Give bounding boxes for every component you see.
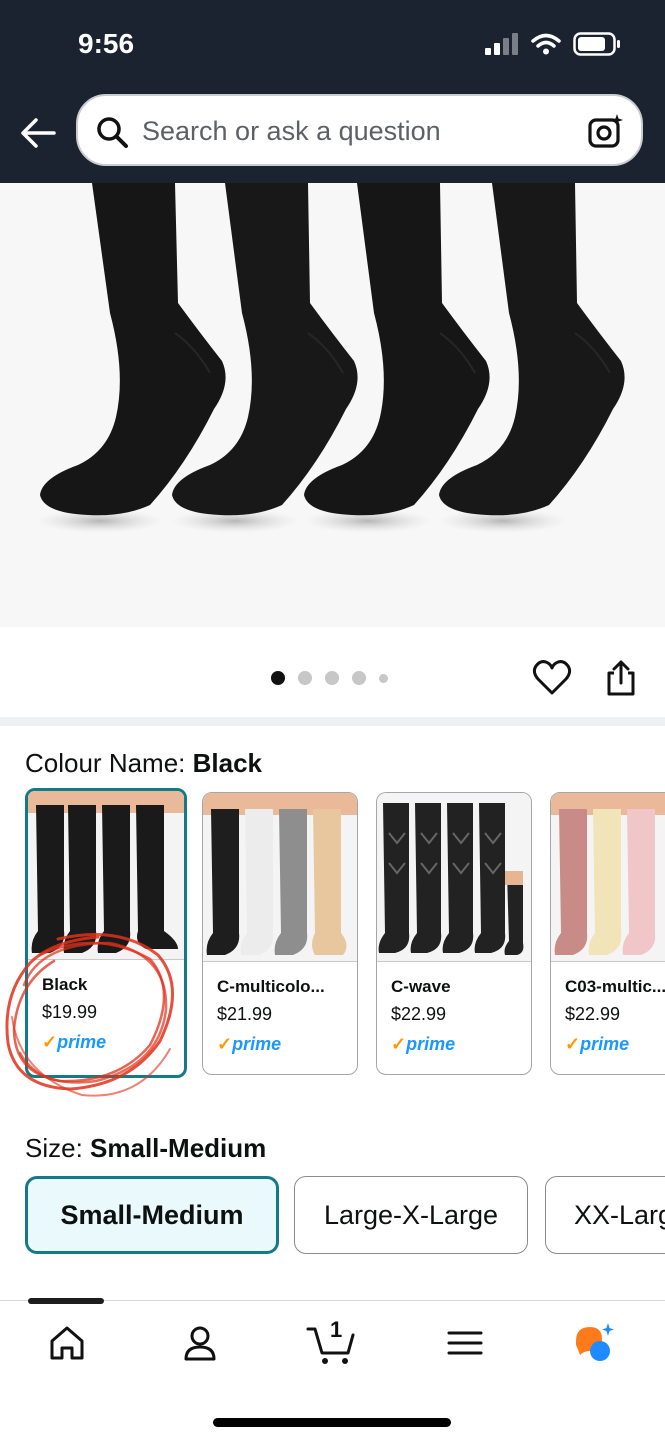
- image-controls: [0, 627, 665, 717]
- search-icon: [97, 117, 128, 148]
- swatch-thumbnail: [28, 791, 184, 959]
- home-icon[interactable]: [45, 1321, 89, 1365]
- pagination-dot[interactable]: [271, 671, 285, 685]
- bottom-tab-bar: 1: [0, 1298, 665, 1440]
- search-input[interactable]: Search or ask a question: [142, 116, 441, 147]
- swatch-price: $21.99: [217, 1004, 273, 1024]
- home-indicator: [213, 1418, 451, 1427]
- swatch-name: C03-multic...: [565, 977, 665, 996]
- swatch-name: C-multicolo...: [217, 977, 325, 996]
- wave-socks-thumbnail: [377, 793, 531, 961]
- prime-check-icon: ✓: [42, 1032, 58, 1052]
- prime-text: prime: [57, 1032, 107, 1052]
- socks-product-photo: [36, 183, 625, 533]
- active-tab-indicator: [28, 1298, 104, 1304]
- prime-text: prime: [580, 1034, 630, 1054]
- colour-label: Colour Name: Black: [25, 748, 262, 779]
- prime-check-icon: ✓: [565, 1034, 581, 1054]
- swatch-price: $22.99: [565, 1004, 621, 1024]
- colour-swatch-c03-multicolor[interactable]: C03-multic... $22.99 ✓prime: [550, 792, 665, 1075]
- wishlist-heart-icon[interactable]: [532, 659, 572, 697]
- account-icon[interactable]: [178, 1321, 222, 1365]
- cart-tab[interactable]: 1: [306, 1317, 358, 1365]
- cart-count: 1: [330, 1317, 343, 1342]
- selected-size-value: Small-Medium: [90, 1133, 267, 1163]
- swatch-price: $22.99: [391, 1004, 447, 1024]
- search-bar[interactable]: Search or ask a question: [76, 94, 643, 166]
- back-arrow-icon: [21, 118, 56, 148]
- colour-swatch-black[interactable]: Black $19.99 ✓prime: [25, 788, 187, 1078]
- prime-badge: ✓prime: [42, 1032, 106, 1053]
- prime-text: prime: [232, 1034, 282, 1054]
- prime-badge: ✓prime: [217, 1034, 281, 1055]
- prime-badge: ✓prime: [565, 1034, 629, 1055]
- pagination-dot[interactable]: [298, 671, 312, 685]
- size-option-small-medium[interactable]: Small-Medium: [25, 1176, 279, 1254]
- prime-check-icon: ✓: [391, 1034, 407, 1054]
- size-option-large-x-large[interactable]: Large-X-Large: [294, 1176, 528, 1254]
- c03-multicolor-socks-thumbnail: [551, 793, 665, 961]
- status-time: 9:56: [78, 28, 135, 59]
- prime-badge: ✓prime: [391, 1034, 455, 1055]
- swatch-price: $19.99: [42, 1002, 98, 1022]
- pagination-dot[interactable]: [352, 671, 366, 685]
- size-label-text: Size:: [25, 1133, 91, 1163]
- pagination-dot[interactable]: [325, 671, 339, 685]
- colour-label-text: Colour Name:: [25, 748, 193, 778]
- image-pagination[interactable]: [271, 671, 388, 685]
- size-label: Size: Small-Medium: [25, 1133, 266, 1164]
- back-button[interactable]: [18, 112, 60, 154]
- swatch-thumbnail: [203, 793, 357, 961]
- black-socks-thumbnail: [28, 791, 184, 959]
- colour-swatches: Black $19.99 ✓prime C-multicolo... $21.9…: [25, 788, 665, 1078]
- wifi-icon: [531, 33, 561, 55]
- size-option-xx-large[interactable]: XX-Large: [545, 1176, 665, 1254]
- rufus-assistant-icon[interactable]: [572, 1321, 616, 1365]
- product-image[interactable]: [0, 183, 665, 627]
- header: 9:56 Search or ask a question: [0, 0, 665, 183]
- swatch-thumbnail: [377, 793, 531, 961]
- section-divider: [0, 717, 665, 726]
- pagination-dot[interactable]: [379, 673, 388, 683]
- product-page: 9:56 Search or ask a question Colour Nam…: [0, 0, 665, 1440]
- share-icon[interactable]: [604, 659, 638, 697]
- swatch-name: Black: [42, 975, 88, 994]
- colour-swatch-c-wave[interactable]: C-wave $22.99 ✓prime: [376, 792, 532, 1075]
- swatch-thumbnail: [551, 793, 665, 961]
- swatch-name: C-wave: [391, 977, 451, 996]
- prime-text: prime: [406, 1034, 456, 1054]
- colour-swatch-c-multicolor[interactable]: C-multicolo... $21.99 ✓prime: [202, 792, 358, 1075]
- camera-search-icon[interactable]: [587, 112, 625, 150]
- selected-colour-value: Black: [192, 748, 263, 778]
- signal-icon: [485, 33, 518, 55]
- prime-check-icon: ✓: [217, 1034, 233, 1054]
- menu-icon[interactable]: [443, 1321, 487, 1365]
- battery-icon: [573, 32, 620, 56]
- status-icons: [485, 32, 621, 56]
- multicolor-socks-thumbnail: [203, 793, 357, 961]
